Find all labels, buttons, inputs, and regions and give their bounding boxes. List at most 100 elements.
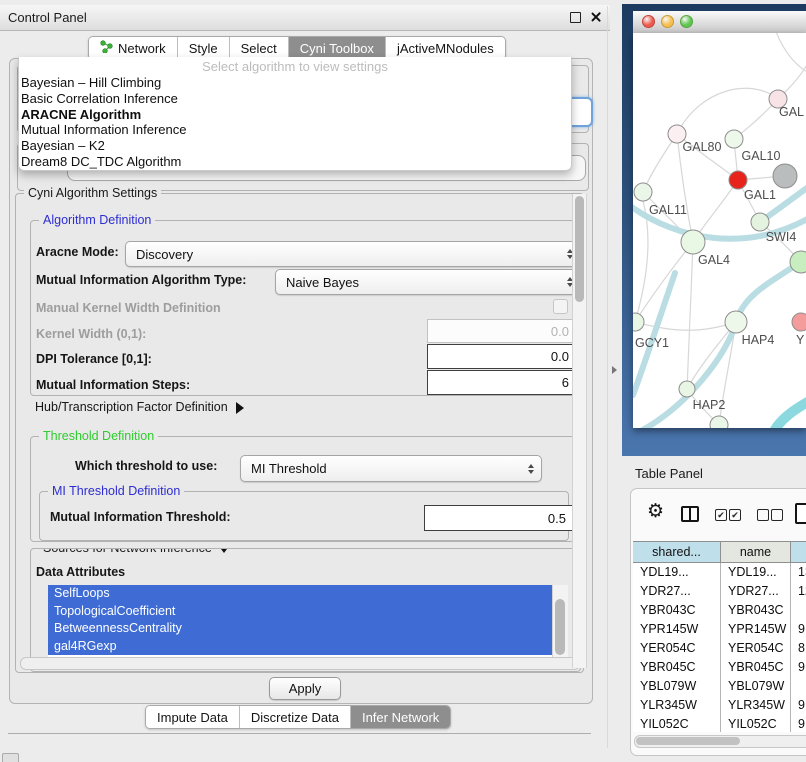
tab-style[interactable]: Style — [178, 37, 230, 59]
manual-kernel-checkbox[interactable] — [553, 299, 568, 314]
dpi-tolerance-label: DPI Tolerance [0,1]: — [36, 352, 152, 367]
columns-icon[interactable] — [681, 506, 699, 522]
table-cell: YDL19... — [633, 563, 721, 582]
network-edge[interactable] — [775, 33, 806, 73]
network-node-gal11[interactable] — [634, 183, 652, 201]
table-cell: YER054C — [633, 639, 721, 658]
attribute-item-topologicalcoefficient[interactable]: TopologicalCoefficient — [48, 603, 558, 621]
threshold-definition-group: Threshold Definition Which threshold to … — [30, 436, 575, 542]
file-icon[interactable] — [795, 503, 806, 524]
aracne-mode-label: Aracne Mode: — [36, 245, 119, 260]
attribute-list-scrollbar[interactable] — [552, 585, 568, 657]
network-edge-thick[interactable] — [736, 262, 801, 322]
mi-threshold-input[interactable]: 0.5 — [424, 505, 574, 531]
select-all-checkbox-icon[interactable]: ✔ — [729, 509, 741, 521]
network-node-hap4[interactable] — [725, 311, 747, 333]
close-traffic-light[interactable] — [642, 15, 655, 28]
deselect-all-checkbox-icon[interactable] — [771, 509, 783, 521]
table-cell: YLR345W — [721, 696, 791, 715]
table-row[interactable]: YPR145WYPR145W9. — [633, 620, 806, 639]
dpi-tolerance-input[interactable]: 0.0 — [427, 344, 577, 369]
kernel-width-input[interactable]: 0.0 — [427, 319, 577, 343]
stepper-icon — [528, 464, 534, 474]
hub-definition-toggle[interactable]: Hub/Transcription Factor Definition — [35, 400, 244, 414]
table-row[interactable]: YDL19...YDL19...13 — [633, 563, 806, 582]
deselect-all-checkbox-icon[interactable] — [757, 509, 769, 521]
zoom-traffic-light[interactable] — [680, 15, 693, 28]
mi-threshold-value: 0.5 — [548, 511, 566, 526]
algorithm-item-bayesian-k2[interactable]: Bayesian – K2 — [19, 138, 571, 154]
column-header-2[interactable] — [791, 541, 806, 563]
network-node-label: GAL11 — [649, 203, 687, 217]
network-edge-highlight[interactable] — [773, 399, 806, 428]
table-horizontal-scrollbar[interactable] — [634, 735, 806, 748]
panel-bottom-divider — [8, 733, 591, 734]
close-icon[interactable] — [590, 11, 602, 23]
settings-horizontal-scrollbar[interactable] — [20, 657, 580, 670]
attribute-item-selfloops[interactable]: SelfLoops — [48, 585, 558, 603]
algorithm-item-mutual-information-inference[interactable]: Mutual Information Inference — [19, 122, 571, 138]
aracne-mode-select[interactable]: Discovery — [125, 241, 581, 267]
network-node-gal10[interactable] — [725, 130, 743, 148]
network-edge[interactable] — [687, 322, 736, 389]
network-edge-thick[interactable] — [633, 273, 675, 395]
network-edge[interactable] — [635, 322, 736, 330]
table-row[interactable]: YBR045CYBR045C9. — [633, 658, 806, 677]
network-node-y[interactable] — [792, 313, 806, 331]
tab-infer-network[interactable]: Infer Network — [351, 706, 450, 728]
float-window-icon[interactable] — [570, 12, 581, 23]
network-node-gal4[interactable] — [681, 230, 705, 254]
bottom-tabs: Impute DataDiscretize DataInfer Network — [145, 705, 451, 729]
tab-impute-data[interactable]: Impute Data — [146, 706, 240, 728]
tab-network[interactable]: Network — [89, 37, 178, 59]
network-edge[interactable] — [677, 88, 778, 134]
algorithm-item-bayesian-hill-climbing[interactable]: Bayesian – Hill Climbing — [19, 75, 571, 91]
gear-icon[interactable]: ⚙ — [647, 502, 664, 521]
tab-cyni-toolbox[interactable]: Cyni Toolbox — [289, 37, 386, 59]
algorithm-item-aracne-algorithm[interactable]: ARACNE Algorithm — [19, 107, 571, 123]
dropdown-hint: Select algorithm to view settings — [19, 59, 571, 75]
network-canvas[interactable]: GALGAL80GAL10GAL1GAL11SWI4GAL4GCY1HAP4YH… — [633, 33, 806, 428]
network-node-label: GCY1 — [635, 336, 669, 350]
network-node-hap2[interactable] — [679, 381, 695, 397]
settings-vertical-scrollbar[interactable] — [572, 194, 587, 668]
network-node-label: GAL — [779, 105, 804, 119]
attribute-item-betweennesscentrality[interactable]: BetweennessCentrality — [48, 620, 558, 638]
column-header-shared[interactable]: shared... — [633, 541, 721, 563]
column-header-name[interactable]: name — [721, 541, 791, 563]
which-threshold-select[interactable]: MI Threshold — [240, 455, 542, 482]
table-row[interactable]: YLR345WYLR345W9. — [633, 696, 806, 715]
algorithm-dropdown: Select algorithm to view settings Bayesi… — [18, 57, 572, 171]
table-row[interactable]: YER054CYER054C8. — [633, 639, 806, 658]
algorithm-item-dream8-dc-tdc-algorithm[interactable]: Dream8 DC_TDC Algorithm — [19, 154, 571, 170]
minimize-traffic-light[interactable] — [661, 15, 674, 28]
apply-button[interactable]: Apply — [269, 677, 341, 700]
attribute-list-items: SelfLoopsTopologicalCoefficientBetweenne… — [48, 585, 568, 655]
tab-select[interactable]: Select — [230, 37, 289, 59]
network-node[interactable] — [773, 164, 797, 188]
tab-jactivemnodules[interactable]: jActiveMNodules — [386, 37, 505, 59]
collapsed-panel-button[interactable] — [2, 753, 19, 762]
table-cell — [791, 677, 806, 696]
which-threshold-value: MI Threshold — [251, 461, 327, 476]
table-row[interactable]: YBR043CYBR043C — [633, 601, 806, 620]
sources-group-title[interactable]: Sources for Network Inference — [39, 548, 234, 556]
network-edge[interactable] — [643, 134, 677, 192]
table-row[interactable]: YBL079WYBL079W — [633, 677, 806, 696]
network-node-gal1[interactable] — [729, 171, 747, 189]
table-row[interactable]: YIL052CYIL052C9 — [633, 715, 806, 732]
network-window-titlebar[interactable] — [633, 11, 806, 34]
table-cell: 12 — [791, 582, 806, 601]
network-node-swi4[interactable] — [751, 213, 769, 231]
attribute-item-gal4rgexp[interactable]: gal4RGexp — [48, 638, 558, 656]
table-row[interactable]: YDR27...YDR27...12 — [633, 582, 806, 601]
network-edge[interactable] — [687, 242, 693, 389]
network-node-gcy1[interactable] — [633, 313, 644, 331]
select-all-checkbox-icon[interactable]: ✔ — [715, 509, 727, 521]
mi-steps-input[interactable]: 6 — [427, 370, 577, 395]
algorithm-item-basic-correlation-inference[interactable]: Basic Correlation Inference — [19, 91, 571, 107]
mi-type-select[interactable]: Naive Bayes — [275, 269, 581, 295]
splitter-arrow-icon[interactable] — [612, 366, 617, 374]
tab-discretize-data[interactable]: Discretize Data — [240, 706, 351, 728]
aracne-mode-value: Discovery — [136, 247, 193, 262]
